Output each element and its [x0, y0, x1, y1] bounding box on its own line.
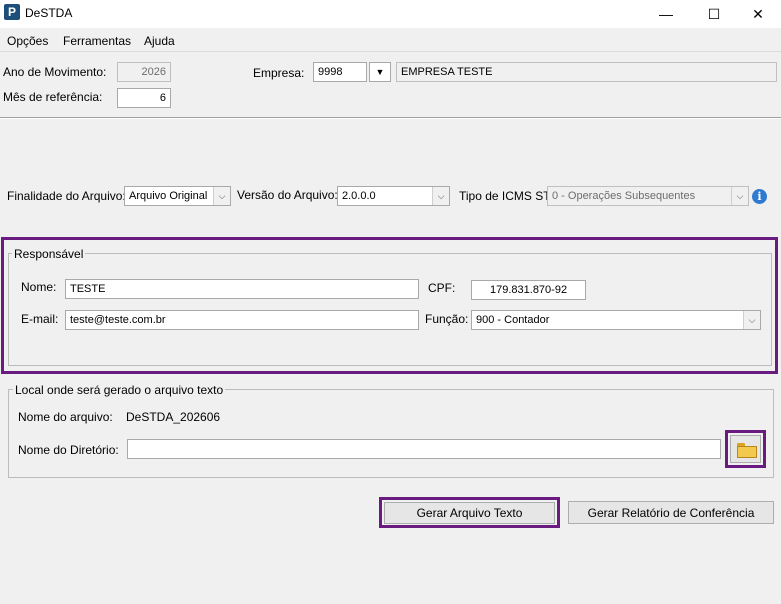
versao-label: Versão do Arquivo: [237, 188, 338, 202]
folder-icon [736, 442, 757, 458]
minimize-button[interactable]: — [643, 0, 689, 28]
icms-value: 0 - Operações Subsequentes [552, 190, 696, 202]
icms-label: Tipo de ICMS ST: [459, 189, 553, 203]
empresa-label: Empresa: [253, 66, 305, 80]
empresa-code-field[interactable]: 9998 [313, 62, 367, 82]
versao-value: 2.0.0.0 [342, 190, 376, 202]
window-title: DeSTDA [25, 6, 73, 20]
cpf-label: CPF: [428, 281, 456, 295]
close-button[interactable]: ✕ [735, 0, 781, 28]
arquivo-label: Nome do arquivo: [18, 410, 113, 424]
local-group [8, 389, 774, 478]
chevron-down-icon: ⌵ [743, 311, 760, 329]
local-title: Local onde será gerado o arquivo texto [13, 383, 226, 397]
diretorio-label: Nome do Diretório: [18, 443, 119, 457]
funcao-label: Função: [425, 312, 469, 326]
menu-ferramentas[interactable]: Ferramentas [63, 34, 131, 48]
gerar-arquivo-texto-button[interactable]: Gerar Arquivo Texto [384, 502, 555, 524]
finalidade-label: Finalidade do Arquivo: [7, 189, 126, 203]
mes-label: Mês de referência: [3, 90, 103, 104]
empresa-dropdown-button[interactable]: ▼ [369, 62, 391, 82]
header-separator [0, 117, 781, 119]
email-label: E-mail: [21, 312, 59, 326]
info-icon[interactable]: i [752, 189, 767, 204]
nome-field[interactable]: TESTE [65, 279, 419, 299]
finalidade-select[interactable]: Arquivo Original ⌵ [124, 186, 231, 206]
empresa-name-field: EMPRESA TESTE [396, 62, 777, 82]
diretorio-field[interactable] [127, 439, 721, 459]
app-icon: P [4, 4, 20, 20]
ano-field[interactable]: 2026 [117, 62, 171, 82]
maximize-button[interactable]: ☐ [691, 0, 737, 28]
arquivo-value: DeSTDA_202606 [126, 410, 221, 424]
icms-select[interactable]: 0 - Operações Subsequentes ⌵ [547, 186, 749, 206]
gerar-relatorio-button[interactable]: Gerar Relatório de Conferência [568, 501, 774, 524]
responsavel-title: Responsável [12, 247, 86, 261]
menu-opcoes[interactable]: Opções [7, 34, 48, 48]
title-bar: P DeSTDA — ☐ ✕ [0, 0, 781, 28]
chevron-down-icon: ⌵ [731, 187, 748, 205]
cpf-field[interactable]: 179.831.870-92 [471, 280, 586, 300]
mes-field[interactable]: 6 [117, 88, 171, 108]
funcao-select[interactable]: 900 - Contador ⌵ [471, 310, 761, 330]
browse-folder-button[interactable] [730, 435, 761, 463]
versao-select[interactable]: 2.0.0.0 ⌵ [337, 186, 450, 206]
menu-bar: Opções Ferramentas Ajuda [0, 30, 781, 52]
chevron-down-icon: ⌵ [432, 187, 449, 205]
finalidade-value: Arquivo Original [129, 190, 208, 202]
menu-ajuda[interactable]: Ajuda [144, 34, 175, 48]
ano-label: Ano de Movimento: [3, 65, 107, 79]
email-field[interactable]: teste@teste.com.br [65, 310, 419, 330]
funcao-value: 900 - Contador [476, 314, 550, 326]
chevron-down-icon: ⌵ [213, 187, 230, 205]
nome-label: Nome: [21, 280, 57, 294]
caret-down-icon: ▼ [375, 67, 385, 77]
